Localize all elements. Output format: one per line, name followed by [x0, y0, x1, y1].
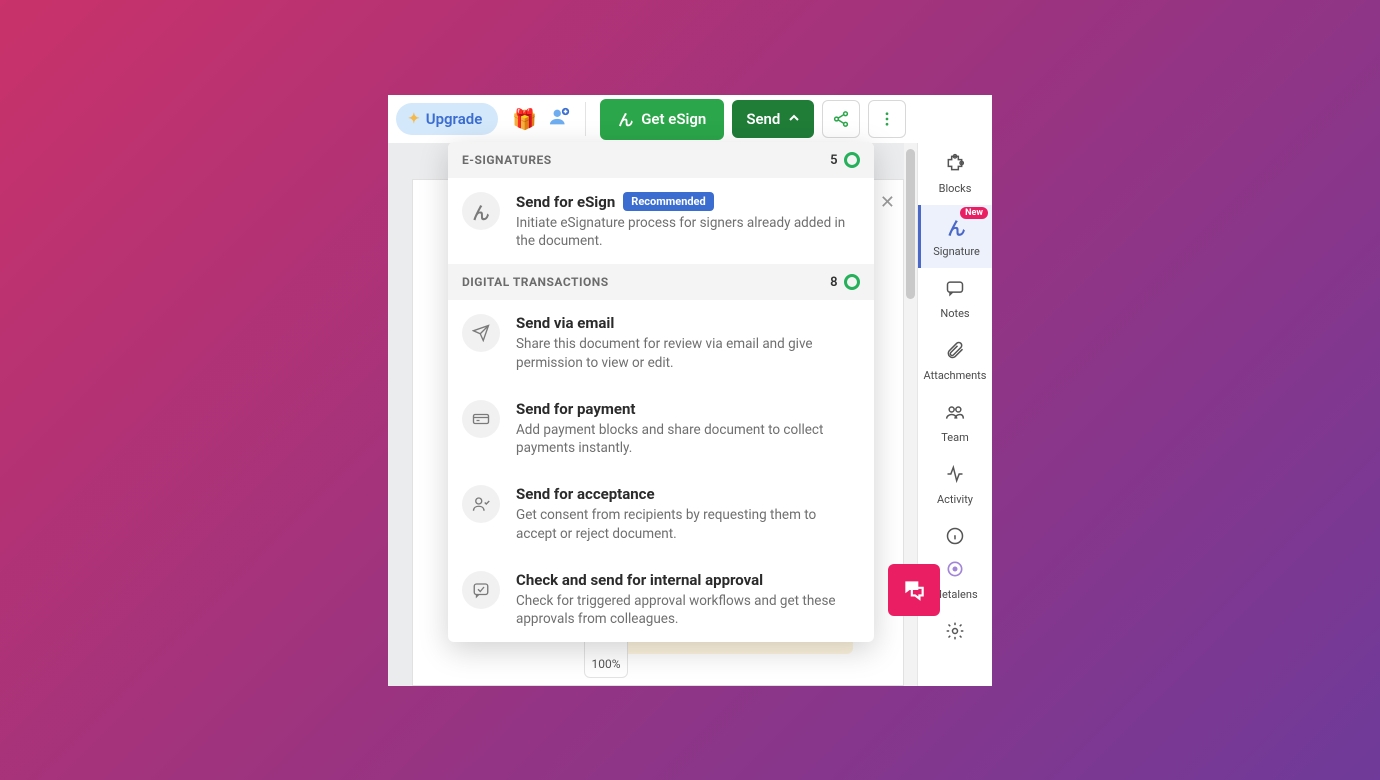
gift-icon[interactable]: 🎁 — [512, 107, 537, 131]
sparkle-icon: ✦ — [408, 111, 420, 127]
dropdown-section-digital-transactions: DIGITAL TRANSACTIONS 8 — [448, 264, 874, 300]
item-body: Send via email Share this document for r… — [516, 314, 860, 371]
recommended-badge: Recommended — [623, 192, 713, 211]
paperclip-icon — [945, 340, 965, 365]
item-body: Send for payment Add payment blocks and … — [516, 400, 860, 457]
credits-badge: 5 — [830, 152, 860, 168]
sidebar-item-notes[interactable]: Notes — [918, 268, 992, 330]
item-body: Send for eSign Recommended Initiate eSig… — [516, 192, 860, 250]
dropdown-item-send-esign[interactable]: ん Send for eSign Recommended Initiate eS… — [448, 178, 874, 264]
chevron-up-icon — [788, 110, 800, 128]
item-desc: Check for triggered approval workflows a… — [516, 592, 860, 628]
share-icon — [832, 110, 850, 128]
person-check-icon — [462, 485, 500, 523]
send-dropdown: E-SIGNATURES 5 ん Send for eSign Recommen… — [448, 142, 874, 642]
signature-icon: ん — [618, 109, 633, 130]
item-desc: Add payment blocks and share document to… — [516, 421, 860, 457]
dropdown-section-esignatures: E-SIGNATURES 5 — [448, 142, 874, 178]
chat-fab[interactable] — [888, 564, 940, 616]
credits-value: 5 — [830, 153, 838, 168]
sidebar-signature-label: Signature — [933, 245, 980, 258]
get-esign-button[interactable]: ん Get eSign — [600, 99, 724, 140]
section-title: DIGITAL TRANSACTIONS — [462, 275, 609, 289]
send-label: Send — [746, 110, 780, 128]
dropdown-item-send-payment[interactable]: Send for payment Add payment blocks and … — [448, 386, 874, 471]
signature-icon: ん — [948, 215, 966, 241]
sidebar-item-settings[interactable] — [918, 611, 992, 660]
sidebar-item-attachments[interactable]: Attachments — [918, 330, 992, 392]
sidebar-attachments-label: Attachments — [924, 369, 987, 382]
sidebar-team-label: Team — [941, 431, 969, 444]
item-body: Check and send for internal approval Che… — [516, 571, 860, 628]
approval-icon — [462, 571, 500, 609]
app-window: ✦ Upgrade 🎁 ん Get eSign Send — [388, 95, 992, 686]
credits-badge: 8 — [830, 274, 860, 290]
dropdown-item-internal-approval[interactable]: Check and send for internal approval Che… — [448, 557, 874, 642]
toolbar-divider — [585, 102, 586, 136]
card-icon — [462, 400, 500, 438]
item-desc: Share this document for review via email… — [516, 335, 860, 371]
item-title: Send for eSign — [516, 193, 615, 211]
get-esign-label: Get eSign — [641, 110, 706, 128]
credit-ring-icon — [844, 274, 860, 290]
info-icon — [945, 526, 965, 551]
gear-icon — [945, 621, 965, 646]
paper-plane-icon — [462, 314, 500, 352]
chat-bubbles-icon — [901, 577, 927, 603]
sidebar-item-signature[interactable]: New ん Signature — [918, 205, 992, 268]
add-person-icon[interactable] — [549, 106, 571, 133]
upgrade-button[interactable]: ✦ Upgrade — [396, 103, 498, 135]
sidebar-item-team[interactable]: Team — [918, 392, 992, 454]
share-button[interactable] — [822, 100, 860, 138]
item-body: Send for acceptance Get consent from rec… — [516, 485, 860, 542]
send-button[interactable]: Send — [732, 100, 814, 138]
puzzle-icon — [945, 153, 965, 178]
item-desc: Initiate eSignature process for signers … — [516, 214, 860, 250]
toolbar: ✦ Upgrade 🎁 ん Get eSign Send — [388, 95, 992, 143]
sidebar-notes-label: Notes — [940, 307, 969, 320]
more-button[interactable] — [868, 100, 906, 138]
kebab-icon — [878, 110, 896, 128]
team-icon — [945, 402, 965, 427]
sidebar-item-blocks[interactable]: Blocks — [918, 143, 992, 205]
item-desc: Get consent from recipients by requestin… — [516, 506, 860, 542]
item-title: Send via email — [516, 314, 614, 332]
sidebar-item-info[interactable] — [918, 516, 992, 557]
credits-value: 8 — [830, 275, 838, 290]
section-title: E-SIGNATURES — [462, 153, 552, 167]
scrollbar-thumb[interactable] — [906, 149, 915, 299]
sidebar-blocks-label: Blocks — [939, 182, 972, 195]
new-badge: New — [960, 207, 988, 219]
credit-ring-icon — [844, 152, 860, 168]
sidebar-item-activity[interactable]: Activity — [918, 454, 992, 516]
item-title: Send for acceptance — [516, 485, 655, 503]
item-title: Send for payment — [516, 400, 635, 418]
upgrade-label: Upgrade — [426, 110, 483, 128]
zoom-value: 100% — [591, 653, 620, 677]
sidebar-activity-label: Activity — [937, 493, 973, 506]
metalens-icon — [945, 559, 965, 584]
dropdown-item-send-email[interactable]: Send via email Share this document for r… — [448, 300, 874, 385]
activity-icon — [945, 464, 965, 489]
dropdown-item-send-acceptance[interactable]: Send for acceptance Get consent from rec… — [448, 471, 874, 556]
signature-icon: ん — [462, 192, 500, 230]
chat-icon — [945, 278, 965, 303]
person-plus-svg — [549, 106, 571, 128]
item-title: Check and send for internal approval — [516, 571, 763, 589]
close-panel-icon[interactable]: ✕ — [880, 192, 895, 213]
